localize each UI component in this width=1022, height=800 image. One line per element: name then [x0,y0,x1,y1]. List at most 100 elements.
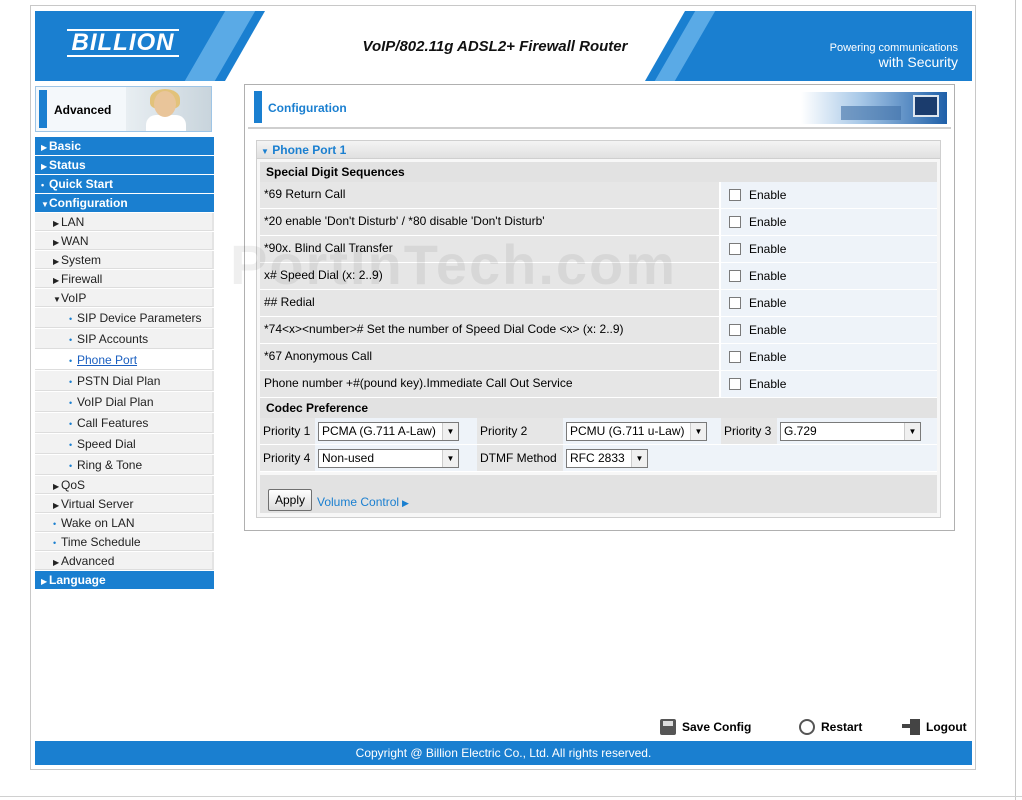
enable-label: Enable [749,350,787,364]
sidebar-item[interactable]: • Call Features [35,413,214,433]
main-header-bar [254,91,262,123]
sidebar-item-label: PSTN Dial Plan [77,374,161,388]
sidebar-item[interactable]: ▶ Virtual Server [35,495,214,513]
bullet-icon: • [69,419,73,429]
enable-cell: Enable [721,317,937,343]
sidebar-item[interactable]: ▶ QoS [35,476,214,494]
sidebar-item-label: LAN [61,215,85,229]
sidebar-item-label: Wake on LAN [61,516,135,530]
sidebar-item-label: VoIP [61,291,87,305]
sidebar-item[interactable]: • Time Schedule [35,533,214,551]
apply-button[interactable]: Apply [268,489,313,511]
divider [248,127,951,129]
sidebar-item[interactable]: • Wake on LAN [35,514,214,532]
priority2-select[interactable]: PCMU (G.711 u-Law) ▼ [566,421,707,441]
dtmf-select[interactable]: RFC 2833 ▼ [566,448,648,468]
bullet-icon: • [53,519,57,529]
dropdown-arrow-icon: ▼ [442,422,458,440]
sidebar-item-label: Virtual Server [61,497,134,511]
sidebar-item[interactable]: • VoIP Dial Plan [35,392,214,412]
sequence-row: Phone number +#(pound key).Immediate Cal… [260,371,937,398]
sequence-label: ## Redial [260,290,721,316]
sidebar-item[interactable]: ▶ Basic [35,137,214,155]
enable-label: Enable [749,242,787,256]
enable-label: Enable [749,323,787,337]
logout-button[interactable]: Logout [902,719,967,735]
right-arrow-icon: ▶ [53,482,60,491]
sequence-row: *20 enable 'Don't Disturb' / *80 disable… [260,209,937,236]
sidebar-item[interactable]: • SIP Device Parameters [35,308,214,328]
page-frame: BILLION VoIP/802.11g ADSL2+ Firewall Rou… [30,5,976,770]
sequence-label: *69 Return Call [260,182,721,208]
window-bottom-edge [0,796,1022,797]
enable-checkbox[interactable] [729,378,741,390]
sidebar-item-label: Call Features [77,416,149,430]
enable-cell: Enable [721,371,937,397]
sidebar-item[interactable]: • Speed Dial [35,434,214,454]
sidebar-item-label: Basic [49,139,82,153]
right-arrow-icon: ▶ [53,257,60,266]
enable-checkbox[interactable] [729,297,741,309]
sidebar-item[interactable]: • Ring & Tone [35,455,214,475]
enable-checkbox[interactable] [729,270,741,282]
panel-title[interactable]: ▼ Phone Port 1 [257,141,940,159]
sidebar-item[interactable]: ▶ Language [35,571,214,589]
sequence-row: *67 Anonymous Call Enable [260,344,937,371]
enable-checkbox[interactable] [729,351,741,363]
dropdown-arrow-icon: ▼ [904,422,920,440]
sidebar-item[interactable]: ▼VoIP [35,289,214,307]
enable-checkbox[interactable] [729,216,741,228]
restart-button[interactable]: Restart [799,719,862,735]
bullet-icon: • [53,538,57,548]
right-arrow-icon: ▶ [53,238,60,247]
sidebar-item[interactable]: ▶ Status [35,156,214,174]
right-arrow-icon: ▶ [53,219,60,228]
sidebar-item[interactable]: ▶ Firewall [35,270,214,288]
priority2-label: Priority 2 [477,418,563,444]
restart-icon [799,719,815,735]
priority3-label: Priority 3 [721,418,777,444]
sidebar-item[interactable]: • PSTN Dial Plan [35,371,214,391]
sidebar-item-label: SIP Accounts [77,332,149,346]
sidebar-item[interactable]: ▶ System [35,251,214,269]
right-arrow-icon: ▶ [53,276,60,285]
save-config-button[interactable]: Save Config [660,719,751,735]
page-title: Configuration [268,101,347,115]
sidebar-item[interactable]: ▶ Advanced [35,552,214,570]
sidebar-item-label: Quick Start [49,177,114,191]
sequence-label: *74<x><number># Set the number of Speed … [260,317,721,343]
priority1-select[interactable]: PCMA (G.711 A-Law) ▼ [318,421,459,441]
bullet-icon: • [69,356,73,366]
sidebar-item-label: VoIP Dial Plan [77,395,154,409]
enable-checkbox[interactable] [729,243,741,255]
sidebar-item[interactable]: • SIP Accounts [35,329,214,349]
enable-label: Enable [749,377,787,391]
priority4-select[interactable]: Non-used ▼ [318,448,459,468]
priority3-select[interactable]: G.729 ▼ [780,421,921,441]
sequence-label: *67 Anonymous Call [260,344,721,370]
dropdown-arrow-icon: ▼ [690,422,706,440]
sidebar-item[interactable]: ▼Configuration [35,194,214,212]
sidebar-item-label: Ring & Tone [77,458,143,472]
enable-checkbox[interactable] [729,324,741,336]
sidebar-item[interactable]: ▶ LAN [35,213,214,231]
right-arrow-icon: ▶ [53,558,60,567]
priority1-label: Priority 1 [260,418,315,444]
sequence-row: *69 Return Call Enable [260,182,937,209]
sidebar-item-label: WAN [61,234,89,248]
sidebar-item[interactable]: • Quick Start [35,175,214,193]
expanded-arrow-icon: ▼ [41,200,49,209]
sidebar-item[interactable]: • Phone Port [35,350,214,370]
sidebar-item-label: SIP Device Parameters [77,311,202,325]
sequence-row: *90x. Blind Call Transfer Enable [260,236,937,263]
sidebar-item-label: Phone Port [77,353,138,367]
enable-checkbox[interactable] [729,189,741,201]
sidebar-item[interactable]: ▶ WAN [35,232,214,250]
main-header: Configuration [248,88,951,125]
volume-control-link[interactable]: Volume Control ▶ [317,495,409,509]
sequence-list: *69 Return Call Enable *20 enable 'Don't D… [257,182,940,398]
bullet-icon: • [41,180,45,190]
right-arrow-icon: ▶ [41,577,48,586]
tagline: Powering communications with Security [829,42,958,70]
save-icon [660,719,676,735]
